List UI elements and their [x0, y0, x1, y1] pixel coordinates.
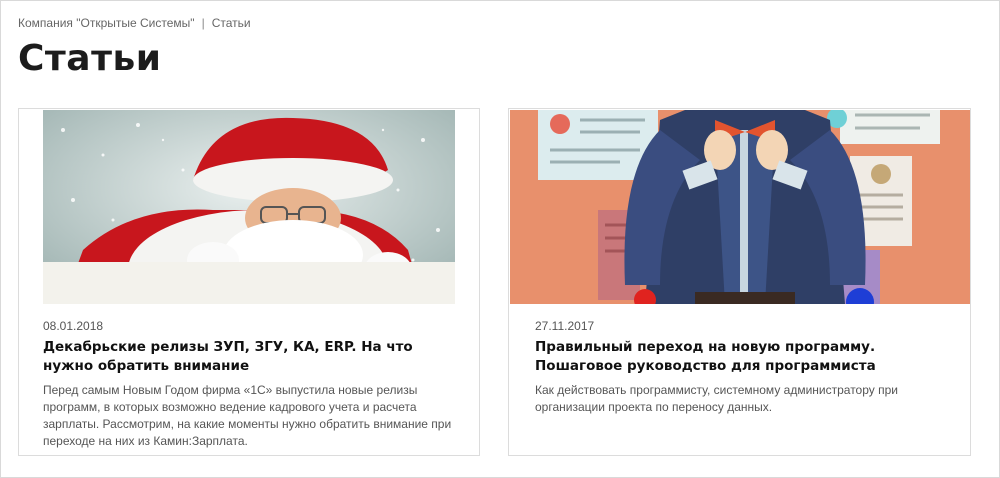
card-body: 08.01.2018 Декабрьские релизы ЗУП, ЗГУ, …: [43, 319, 453, 450]
breadcrumb: Компания "Открытые Системы" | Статьи: [18, 16, 251, 30]
article-card[interactable]: 27.11.2017 Правильный переход на новую п…: [508, 108, 971, 456]
card-excerpt: Как действовать программисту, системному…: [535, 383, 898, 414]
card-body: 27.11.2017 Правильный переход на новую п…: [535, 319, 955, 416]
breadcrumb-item-current: Статьи: [211, 16, 251, 30]
programmer-illustration-icon[interactable]: [510, 110, 970, 304]
card-date: 27.11.2017: [535, 319, 595, 333]
card-title-link[interactable]: Правильный переход на новую программу. П…: [535, 338, 955, 376]
card-date: 08.01.2018: [43, 319, 104, 333]
article-card[interactable]: 08.01.2018 Декабрьские релизы ЗУП, ЗГУ, …: [18, 108, 480, 456]
card-title-link[interactable]: Декабрьские релизы ЗУП, ЗГУ, КА, ERP. На…: [43, 338, 453, 376]
breadcrumb-item-company[interactable]: Компания "Открытые Системы": [18, 16, 195, 30]
santa-claus-illustration-icon[interactable]: [43, 110, 455, 304]
page-title: Статьи: [18, 38, 162, 79]
card-excerpt: Перед самым Новым Годом фирма «1С» выпус…: [43, 383, 452, 448]
breadcrumb-separator: |: [201, 16, 205, 30]
